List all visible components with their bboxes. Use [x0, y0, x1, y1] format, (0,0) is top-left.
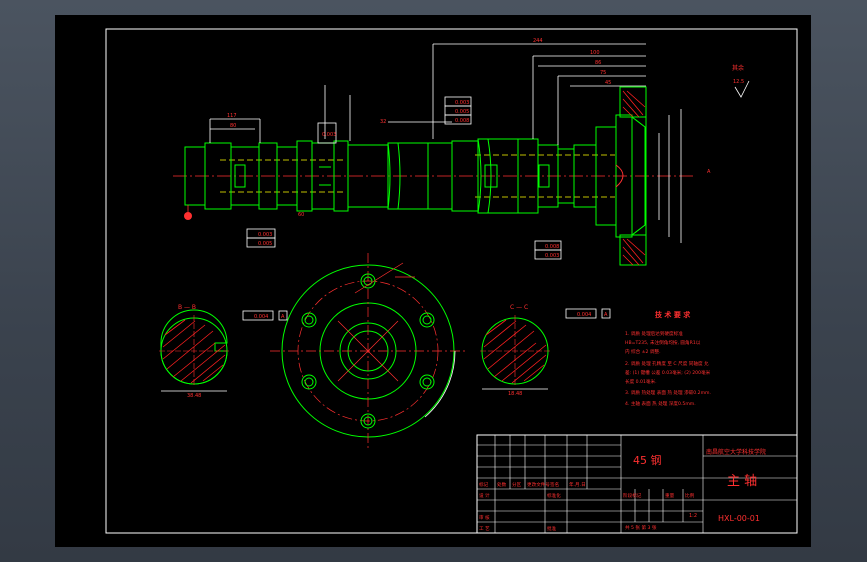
- svg-text:0.005: 0.005: [455, 109, 469, 115]
- dim-244: 244: [533, 38, 543, 44]
- svg-text:0.008: 0.008: [455, 118, 469, 124]
- dim-32: 32: [380, 119, 386, 125]
- dimension-values: 244 100 86 75 45 117 80 32 60 A: [227, 38, 711, 218]
- dim-86: 86: [595, 60, 601, 66]
- dim-45: 45: [605, 80, 611, 86]
- svg-text:A: A: [281, 314, 285, 320]
- tolerance-frame-7: 0.003: [534, 249, 562, 260]
- tolerance-frame-3: 0.008: [444, 114, 472, 125]
- tech-req-line: 长度 0.01毫米.: [625, 378, 657, 385]
- svg-text:0.004: 0.004: [254, 314, 268, 320]
- tech-req-line: 3. 调质 热处理 表面 热 处理 渗碳0.2mm.: [625, 389, 711, 396]
- drawing-number: HXL-00-01: [718, 514, 760, 523]
- label-process: 工 艺: [479, 526, 490, 532]
- section-b-width: 38.48: [187, 393, 201, 399]
- svg-text:0.004: 0.004: [577, 312, 591, 318]
- tolerance-frames: 0.003 0.005 0.008 0.003 0.005 0.008 0.00…: [246, 96, 562, 260]
- tech-req-line: 2. 调质 处理 孔精度 至 C 尺度 同轴度 允: [625, 360, 709, 367]
- tolerance-frame-5: 0.005: [246, 237, 276, 248]
- svg-text:0.005: 0.005: [258, 241, 272, 247]
- header-date: 年.月.日: [569, 481, 586, 488]
- title-block: 45 钢 南昌航空大学科技学院 主 轴 HXL-00-01 1:2 共 5 张 …: [476, 434, 798, 534]
- section-b-tolerance: 0.004: [242, 310, 274, 321]
- tolerance-frame-1: 0.003: [444, 96, 472, 107]
- cad-viewport[interactable]: 244 100 86 75 45 117 80 32 60 A 0.003 0.…: [0, 0, 867, 562]
- header-count: 处数: [497, 481, 507, 488]
- part-name: 主 轴: [727, 474, 757, 489]
- label-review: 审 核: [479, 514, 490, 521]
- tolerance-frame-8: 0.003: [317, 122, 337, 144]
- dim-100: 100: [590, 50, 600, 56]
- label-scale: 比例: [685, 492, 695, 499]
- tolerance-frame-4: 0.003: [246, 228, 276, 239]
- dim-60: 60: [298, 212, 304, 218]
- section-c-title: C — C: [510, 304, 528, 311]
- tech-req-line: 1. 调质 处理后达到硬度标准: [625, 330, 683, 337]
- section-b-view: B — B 0.004 A 38.48: [159, 304, 288, 399]
- dim-80: 80: [230, 123, 236, 129]
- material-text: 45 钢: [633, 454, 662, 467]
- roughness-mark: 其余 12.5: [732, 64, 750, 98]
- svg-text:A: A: [604, 312, 608, 318]
- section-c-datum: A: [601, 308, 611, 319]
- flange-end-view: [270, 253, 466, 449]
- datum-marker-left: [184, 205, 192, 220]
- label-weight: 重量: [665, 492, 675, 499]
- label-stage: 阶段标记: [623, 492, 642, 499]
- scale-value: 1:2: [689, 513, 697, 519]
- tech-req-line: 4. 主轴 表面 热 处理 深度0.5mm.: [625, 400, 696, 407]
- header-sign: 签名: [550, 481, 559, 488]
- drawing-border: [105, 28, 798, 534]
- tolerance-frame-6: 0.008: [534, 240, 562, 251]
- tolerance-frame-2: 0.005: [444, 105, 472, 116]
- label-standard: 标准化: [547, 492, 561, 499]
- svg-text:0.003: 0.003: [322, 132, 336, 138]
- header-mark: 标记: [479, 481, 489, 488]
- section-c-tolerance: 0.004: [565, 308, 597, 319]
- section-c-view: C — C 0.004 A 18.48: [480, 304, 611, 397]
- dim-75: 75: [600, 70, 606, 76]
- section-b-datum: A: [278, 310, 288, 321]
- svg-text:0.003: 0.003: [455, 100, 469, 106]
- dim-117: 117: [227, 113, 237, 119]
- technical-requirements: 技 术 要 求 1. 调质 处理后达到硬度标准 HB=T235, 未注倒角均按,…: [625, 310, 711, 407]
- dim-datum-a: A: [707, 169, 711, 175]
- label-approve: 批准: [547, 525, 557, 532]
- header-zone: 分区: [512, 481, 522, 488]
- tech-req-line: HB=T235, 未注倒角均按, 圆角R1以: [625, 339, 701, 346]
- tech-req-line: 差: (1) 键槽 公差 0.03毫米; (2) 200毫米: [625, 369, 711, 376]
- sheet-info: 共 5 张 第 3 张: [625, 524, 657, 531]
- company-name: 南昌航空大学科技学院: [706, 448, 766, 456]
- header-change-doc: 更改文件号: [527, 481, 550, 488]
- drawing-canvas: 244 100 86 75 45 117 80 32 60 A 0.003 0.…: [105, 28, 798, 534]
- tech-req-title: 技 术 要 求: [655, 310, 691, 319]
- drawing-sheet: 244 100 86 75 45 117 80 32 60 A 0.003 0.…: [55, 15, 811, 547]
- label-design: 设 计: [479, 492, 490, 499]
- roughness-label: 其余: [732, 64, 744, 72]
- section-c-width: 18.48: [508, 391, 522, 397]
- roughness-value: 12.5: [733, 79, 744, 85]
- tech-req-line: 内 综合 ±2 调整.: [625, 348, 661, 355]
- svg-text:0.003: 0.003: [258, 232, 272, 238]
- svg-text:0.003: 0.003: [545, 253, 559, 259]
- svg-text:0.008: 0.008: [545, 244, 559, 250]
